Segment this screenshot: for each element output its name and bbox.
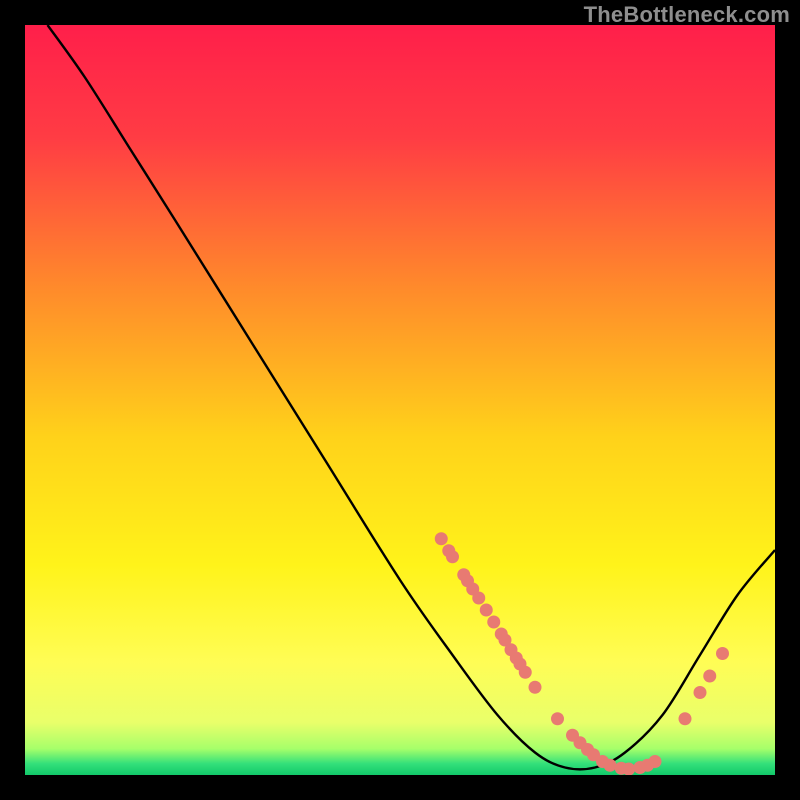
data-point bbox=[446, 550, 459, 563]
data-point bbox=[529, 681, 542, 694]
gradient-background bbox=[25, 25, 775, 775]
chart-frame: TheBottleneck.com bbox=[0, 0, 800, 800]
data-point bbox=[694, 686, 707, 699]
data-point bbox=[472, 592, 485, 605]
data-point bbox=[480, 604, 493, 617]
bottleneck-chart bbox=[25, 25, 775, 775]
data-point bbox=[649, 755, 662, 768]
data-point bbox=[703, 670, 716, 683]
data-point bbox=[435, 532, 448, 545]
data-point bbox=[551, 712, 564, 725]
data-point bbox=[716, 647, 729, 660]
data-point bbox=[487, 616, 500, 629]
data-point bbox=[604, 759, 617, 772]
data-point bbox=[519, 666, 532, 679]
data-point bbox=[622, 763, 635, 776]
data-point bbox=[679, 712, 692, 725]
